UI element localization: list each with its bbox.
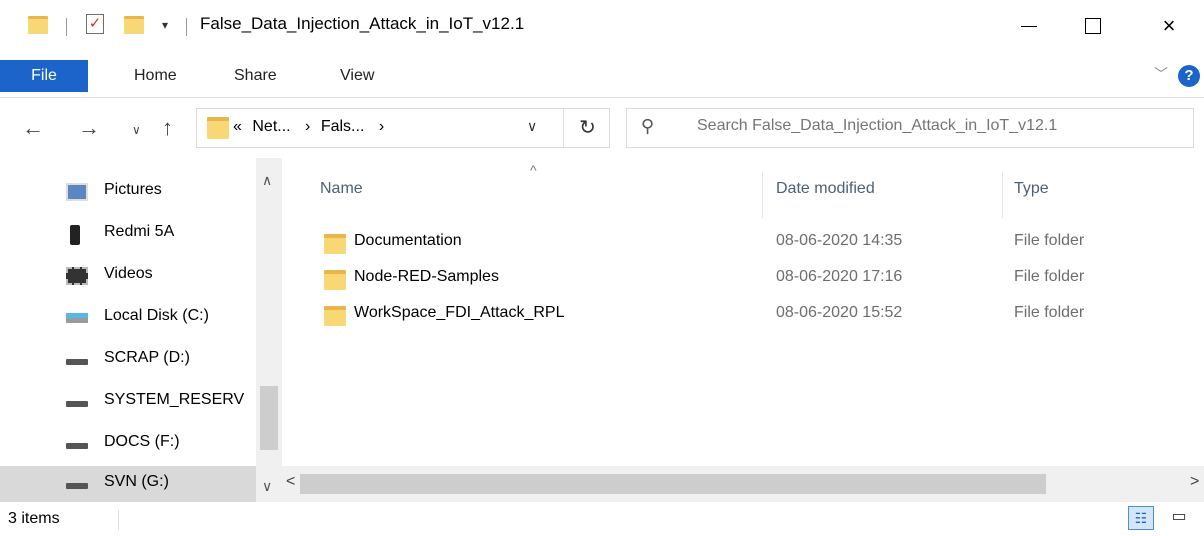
scroll-up-icon[interactable]: ∧	[262, 172, 272, 189]
title-separator	[186, 18, 187, 36]
tab-home[interactable]: Home	[134, 62, 177, 90]
file-list: ^ Name Date modified Type Documentation …	[290, 158, 1204, 502]
breadcrumb-separator[interactable]: ›	[305, 118, 310, 135]
table-row[interactable]: Node-RED-Samples 08-06-2020 17:16 File f…	[290, 262, 1204, 298]
file-date: 08-06-2020 14:35	[776, 232, 903, 249]
file-date: 08-06-2020 15:52	[776, 304, 903, 321]
sidebar-item-local-disk[interactable]: Local Disk (C:)	[0, 300, 256, 336]
scroll-left-icon[interactable]: <	[286, 473, 295, 491]
minimize-button[interactable]	[1000, 0, 1058, 52]
sidebar-item-label: Videos	[104, 265, 153, 282]
close-button[interactable]: ×	[1140, 0, 1198, 52]
back-button[interactable]: ←	[22, 116, 44, 140]
scroll-down-icon[interactable]: ∨	[262, 478, 272, 495]
recent-locations-icon[interactable]: ∨	[132, 118, 141, 142]
file-name: Documentation	[354, 232, 462, 249]
ribbon: File Home Share View ﹀ ?	[0, 52, 1204, 98]
sidebar-item-label: Local Disk (C:)	[104, 307, 209, 324]
column-divider[interactable]	[1002, 172, 1003, 218]
item-count: 3 items	[8, 510, 60, 527]
sidebar-item-videos[interactable]: Videos	[0, 258, 256, 294]
scroll-right-icon[interactable]: >	[1190, 473, 1199, 491]
details-view-icon[interactable]: ☷	[1128, 506, 1154, 530]
address-bar[interactable]: « Net... › Fals... › ∨ ↻	[196, 108, 610, 148]
large-icons-view-icon[interactable]: ▭	[1166, 506, 1192, 530]
table-row[interactable]: WorkSpace_FDI_Attack_RPL 08-06-2020 15:5…	[290, 298, 1204, 334]
navigation-pane: Pictures Redmi 5A Videos Local Disk (C:)…	[0, 158, 282, 502]
tab-file[interactable]: File	[0, 60, 88, 92]
search-icon: ⚲	[641, 116, 655, 136]
tab-view[interactable]: View	[340, 62, 374, 90]
window-title: False_Data_Injection_Attack_in_IoT_v12.1	[200, 14, 525, 33]
sidebar-item-label: Pictures	[104, 181, 162, 198]
sidebar-item-svn[interactable]: SVN (G:)	[0, 466, 256, 502]
file-date: 08-06-2020 17:16	[776, 268, 903, 285]
minimize-icon	[1021, 25, 1037, 27]
sidebar-item-pictures[interactable]: Pictures	[0, 174, 256, 210]
customize-toolbar-icon[interactable]: ▾	[162, 18, 168, 32]
horizontal-scroll-thumb[interactable]	[300, 474, 1046, 494]
drive-icon	[66, 359, 88, 365]
sidebar-item-label: Redmi 5A	[104, 223, 175, 240]
file-type: File folder	[1014, 304, 1085, 321]
drive-icon	[66, 401, 88, 407]
drive-icon	[66, 443, 88, 449]
forward-button[interactable]: →	[78, 116, 100, 140]
title-bar: ✓ ▾ False_Data_Injection_Attack_in_IoT_v…	[0, 0, 1204, 52]
search-input[interactable]	[697, 117, 1177, 135]
folder-icon	[324, 234, 346, 254]
pictures-icon	[66, 183, 88, 201]
sidebar-scroll-thumb[interactable]	[260, 386, 278, 450]
column-divider[interactable]	[762, 172, 763, 218]
tab-share[interactable]: Share	[234, 62, 277, 90]
column-header-type[interactable]: Type	[1014, 180, 1049, 198]
drive-icon	[66, 483, 88, 489]
folder-icon	[28, 16, 48, 34]
table-row[interactable]: Documentation 08-06-2020 14:35 File fold…	[290, 226, 1204, 262]
sort-ascending-icon: ^	[530, 162, 537, 178]
column-header-date[interactable]: Date modified	[776, 180, 875, 198]
help-icon[interactable]: ?	[1178, 65, 1200, 87]
breadcrumb-network[interactable]: Net...	[252, 118, 290, 135]
folder-icon	[324, 306, 346, 326]
sidebar-item-scrap[interactable]: SCRAP (D:)	[0, 342, 256, 378]
quick-access-separator	[66, 18, 67, 36]
navigation-bar: ← → ∨ ↑ « Net... › Fals... › ∨ ↻ ⚲	[0, 98, 1204, 158]
folder-icon	[324, 270, 346, 290]
sidebar-item-label: SYSTEM_RESERV	[104, 391, 245, 408]
status-bar: 3 items ☷ ▭	[0, 502, 1204, 536]
maximize-button[interactable]	[1064, 0, 1122, 52]
file-name: Node-RED-Samples	[354, 268, 499, 285]
sidebar-scrollbar[interactable]	[256, 158, 282, 502]
breadcrumb-folder[interactable]: Fals...	[321, 118, 365, 135]
breadcrumb-separator[interactable]: ›	[379, 118, 384, 135]
refresh-button[interactable]: ↻	[563, 109, 611, 147]
up-button[interactable]: ↑	[162, 116, 173, 140]
properties-icon[interactable]: ✓	[86, 14, 104, 34]
sidebar-item-label: SCRAP (D:)	[104, 349, 190, 366]
file-type: File folder	[1014, 268, 1085, 285]
local-disk-icon	[66, 313, 88, 323]
breadcrumb-overflow[interactable]: «	[233, 118, 242, 135]
videos-icon	[66, 267, 88, 285]
maximize-icon	[1085, 18, 1101, 34]
expand-ribbon-icon[interactable]: ﹀	[1154, 64, 1168, 84]
breadcrumb: « Net... › Fals... ›	[233, 118, 384, 136]
search-box[interactable]: ⚲	[626, 108, 1194, 148]
status-separator	[118, 510, 119, 530]
sidebar-item-label: SVN (G:)	[104, 473, 169, 490]
file-type: File folder	[1014, 232, 1085, 249]
file-name: WorkSpace_FDI_Attack_RPL	[354, 304, 565, 321]
sidebar-item-docs[interactable]: DOCS (F:)	[0, 426, 256, 462]
sidebar-item-system-reserved[interactable]: SYSTEM_RESERV	[0, 384, 256, 420]
folder-icon	[207, 117, 229, 139]
phone-icon	[70, 225, 80, 245]
sidebar-item-redmi[interactable]: Redmi 5A	[0, 216, 256, 252]
sidebar-item-label: DOCS (F:)	[104, 433, 180, 450]
column-header-name[interactable]: Name	[320, 180, 363, 198]
new-folder-icon[interactable]	[124, 16, 144, 34]
address-dropdown-icon[interactable]: ∨	[527, 118, 537, 135]
